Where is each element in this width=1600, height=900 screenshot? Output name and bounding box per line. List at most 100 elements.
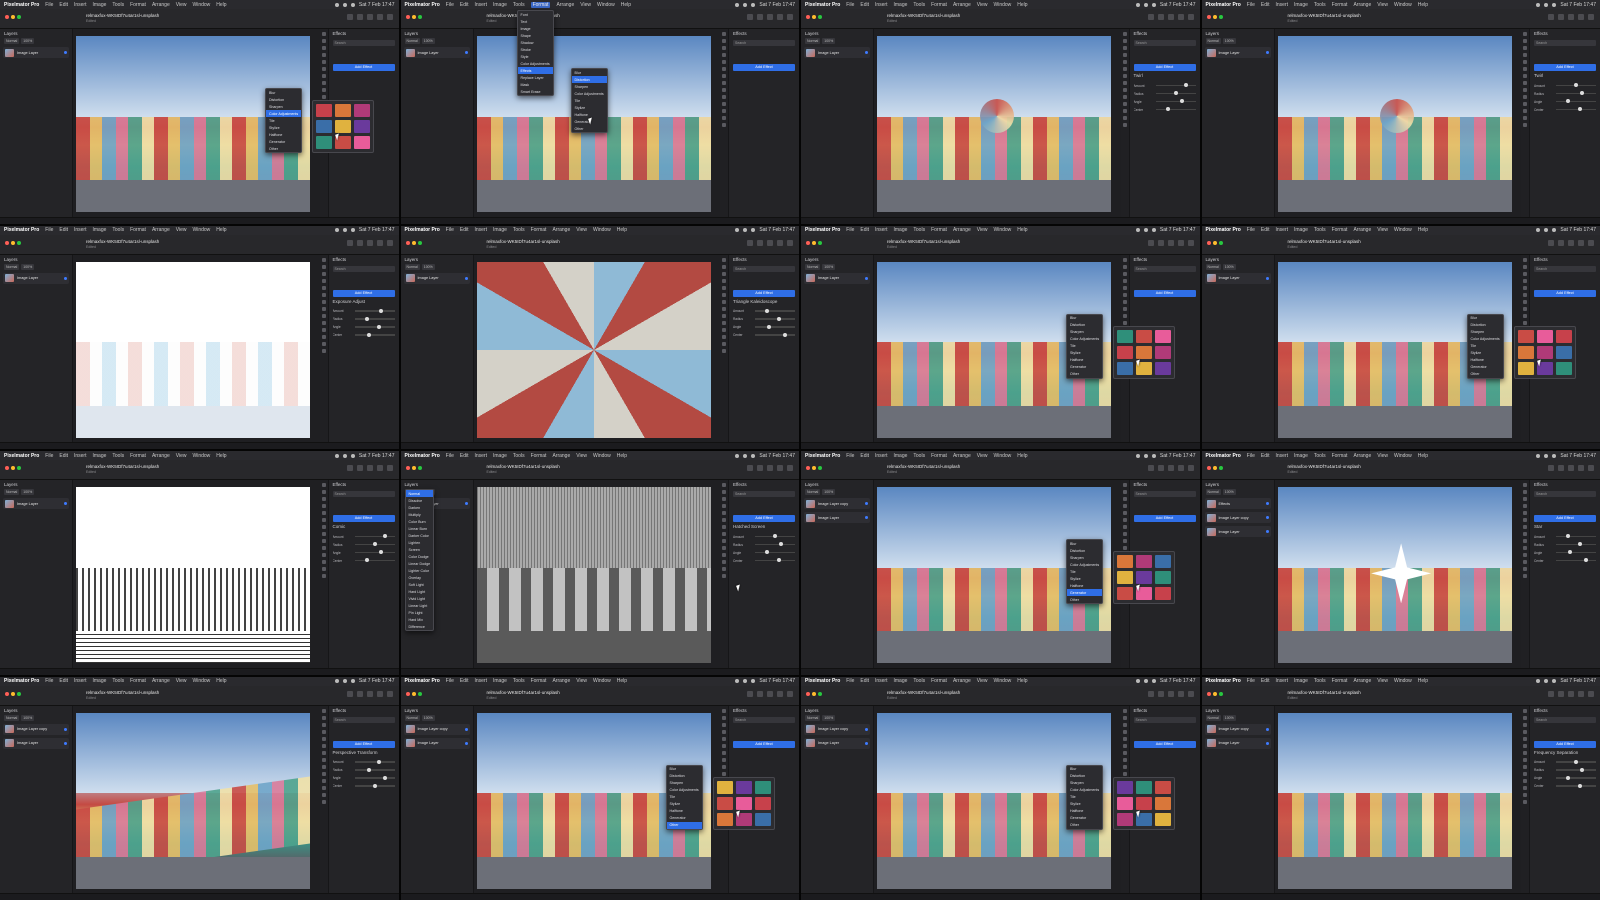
menu-image[interactable]: Image xyxy=(493,227,507,233)
slider-knob[interactable] xyxy=(1173,91,1178,96)
parameter-slider[interactable] xyxy=(1556,542,1596,547)
tool-icon[interactable] xyxy=(1523,313,1527,318)
effect-preset-thumbnail[interactable] xyxy=(1536,345,1553,359)
effects-submenu-item[interactable]: Halftone xyxy=(572,111,607,118)
zoom-icon[interactable] xyxy=(417,466,422,470)
menu-insert[interactable]: Insert xyxy=(875,2,888,8)
tool-icon[interactable] xyxy=(321,278,326,283)
tool-icon[interactable] xyxy=(321,32,326,36)
menu-edit[interactable]: Edit xyxy=(460,227,469,233)
effects-menu-item[interactable]: Sharpen xyxy=(1468,329,1503,336)
tools-icon[interactable] xyxy=(1588,690,1594,697)
tools-icon[interactable] xyxy=(386,690,393,697)
battery-icon[interactable] xyxy=(342,2,347,7)
menu-window[interactable]: Window xyxy=(1394,227,1412,233)
parameter-slider[interactable] xyxy=(1155,91,1196,96)
format-menu-item[interactable]: Stroke xyxy=(518,46,553,53)
blend-mode-option[interactable]: Lighter Color xyxy=(406,567,434,574)
tool-icon[interactable] xyxy=(321,95,326,99)
menu-window[interactable]: Window xyxy=(192,453,210,459)
zoom-icon[interactable] xyxy=(818,240,822,245)
opacity-field[interactable]: 100% xyxy=(421,714,435,721)
tool-icon[interactable] xyxy=(321,39,326,43)
effect-preset-thumbnail[interactable] xyxy=(1517,329,1534,343)
menu-tools[interactable]: Tools xyxy=(112,227,124,233)
menu-insert[interactable]: Insert xyxy=(74,678,87,684)
blend-mode-option[interactable]: Linear Dodge xyxy=(406,560,434,567)
tool-icon[interactable] xyxy=(722,560,726,564)
tool-icon[interactable] xyxy=(1523,736,1527,741)
parameter-slider[interactable] xyxy=(1556,759,1596,764)
slider-knob[interactable] xyxy=(1574,759,1578,764)
menu-view[interactable]: View xyxy=(176,227,187,233)
effects-menu-item[interactable]: Distortion xyxy=(1067,773,1102,780)
visibility-checkbox[interactable] xyxy=(865,516,868,519)
menu-image[interactable]: Image xyxy=(894,678,908,684)
effects-menu-item[interactable]: Stylize xyxy=(1067,350,1102,357)
menu-format[interactable]: Format xyxy=(530,1,551,8)
effect-preset-thumbnail[interactable] xyxy=(354,120,370,133)
app-menu[interactable]: Pixelmator Pro xyxy=(1206,227,1241,233)
slider-knob[interactable] xyxy=(777,316,781,321)
effects-menu-item[interactable]: Stylize xyxy=(1468,350,1503,357)
effects-menu-item[interactable]: Stylize xyxy=(266,124,301,131)
menu-tools[interactable]: Tools xyxy=(112,2,124,8)
effect-preset-thumbnail[interactable] xyxy=(1155,345,1171,359)
effects-menu-item[interactable]: Color Adjustments xyxy=(1067,336,1102,343)
slider-knob[interactable] xyxy=(1566,99,1570,104)
arrange-icon[interactable] xyxy=(747,239,753,246)
blend-mode-select[interactable]: Normal xyxy=(404,38,420,44)
share-icon[interactable] xyxy=(366,690,373,697)
zoom-fit-icon[interactable] xyxy=(1558,14,1564,20)
menu-view[interactable]: View xyxy=(977,2,988,8)
menu-file[interactable]: File xyxy=(45,678,53,684)
menu-format[interactable]: Format xyxy=(130,453,146,459)
effects-menu-item[interactable]: Sharpen xyxy=(266,103,301,110)
tool-icon[interactable] xyxy=(321,785,326,790)
close-icon[interactable] xyxy=(1206,691,1211,696)
tool-icon[interactable] xyxy=(321,525,326,529)
arrange-icon[interactable] xyxy=(346,239,353,246)
app-menu[interactable]: Pixelmator Pro xyxy=(805,678,840,684)
effects-search-input[interactable]: Search xyxy=(733,265,795,272)
effect-preset-thumbnail[interactable] xyxy=(1155,329,1171,343)
menu-window[interactable]: Window xyxy=(192,2,210,8)
tool-icon[interactable] xyxy=(1122,46,1127,50)
tools-icon[interactable] xyxy=(386,465,393,471)
menu-arrange[interactable]: Arrange xyxy=(552,678,570,684)
tool-icon[interactable] xyxy=(1523,483,1527,487)
tools-icon[interactable] xyxy=(787,14,793,20)
parameter-slider[interactable] xyxy=(354,324,395,329)
menu-help[interactable]: Help xyxy=(617,453,627,459)
tool-icon[interactable] xyxy=(1523,285,1527,290)
effects-menu-item[interactable]: Sharpen xyxy=(1067,554,1102,561)
tool-icon[interactable] xyxy=(321,53,326,57)
tool-icon[interactable] xyxy=(321,490,326,494)
effect-preset-thumbnail[interactable] xyxy=(1536,329,1553,343)
search-icon[interactable] xyxy=(1151,453,1156,458)
effects-menu-item[interactable]: Other xyxy=(1067,822,1102,829)
format-menu-item[interactable]: Smart Erase xyxy=(518,88,553,95)
app-menu[interactable]: Pixelmator Pro xyxy=(405,453,440,459)
menu-window[interactable]: Window xyxy=(993,453,1011,459)
tool-icon[interactable] xyxy=(722,74,726,78)
effects-search-input[interactable]: Search xyxy=(733,716,795,723)
tool-icon[interactable] xyxy=(321,750,326,755)
tool-icon[interactable] xyxy=(1122,116,1127,120)
share-icon[interactable] xyxy=(1167,239,1174,246)
menu-image[interactable]: Image xyxy=(1294,227,1308,233)
format-icon[interactable] xyxy=(1177,239,1184,246)
tool-icon[interactable] xyxy=(1122,771,1127,776)
menu-file[interactable]: File xyxy=(846,453,854,459)
menu-file[interactable]: File xyxy=(446,453,454,459)
zoom-icon[interactable] xyxy=(17,466,21,470)
zoom-icon[interactable] xyxy=(818,15,822,19)
minimize-icon[interactable] xyxy=(11,466,15,470)
add-effect-button[interactable]: Add Effect xyxy=(1133,64,1196,71)
tool-icon[interactable] xyxy=(321,67,326,71)
format-icon[interactable] xyxy=(777,465,783,471)
parameter-slider[interactable] xyxy=(755,316,795,321)
visibility-checkbox[interactable] xyxy=(64,727,67,731)
add-effect-button[interactable]: Add Effect xyxy=(1534,515,1596,522)
menu-help[interactable]: Help xyxy=(1418,227,1428,233)
